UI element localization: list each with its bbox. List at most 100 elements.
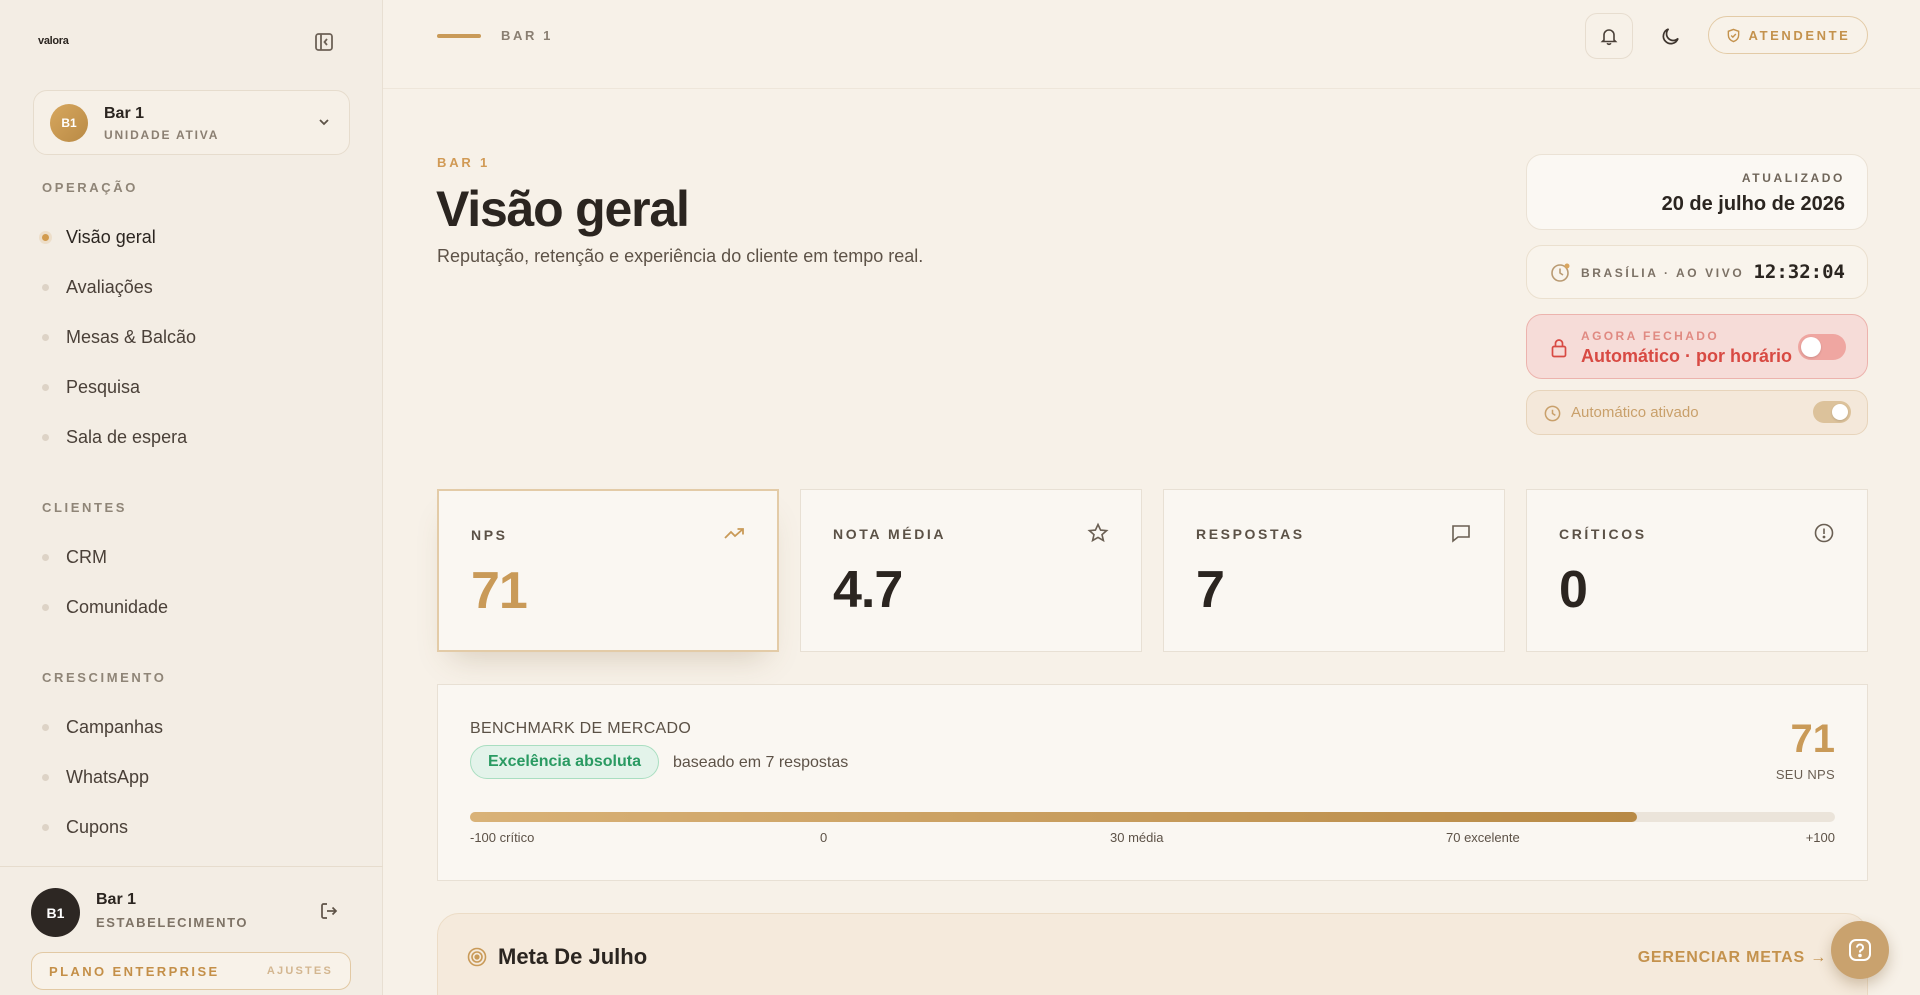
stat-card-nota-media[interactable]: NOTA MÉDIA 4.7 — [800, 489, 1142, 652]
goal-title: Meta De Julho — [498, 944, 648, 969]
unit-switcher[interactable]: B1 Bar 1 UNIDADE ATIVA — [33, 90, 350, 155]
dot-icon — [42, 433, 49, 441]
stat-value: 7 — [1196, 561, 1225, 619]
shield-icon — [1727, 28, 1739, 42]
dot-icon — [42, 823, 49, 831]
alert-circle-icon — [1814, 523, 1834, 543]
open-status-card[interactable]: AGORA FECHADO Automático · por horário — [1526, 314, 1868, 379]
target-icon — [467, 947, 487, 967]
clock-label: BRASÍLIA · AO VIVO — [1581, 266, 1745, 280]
sidebar-item-avaliacoes[interactable]: Avaliações — [42, 272, 153, 302]
page-title: Visão geral — [436, 181, 690, 237]
help-icon — [1849, 939, 1871, 961]
scale-tick: 0 — [820, 830, 828, 845]
sidebar-item-label: Campanhas — [66, 716, 164, 737]
auto-mode-label: Automático ativado — [1571, 404, 1699, 421]
toggle-knob — [1801, 337, 1821, 357]
sidebar-item-label: Visão geral — [66, 226, 156, 247]
stat-value: 0 — [1559, 561, 1588, 619]
dot-icon — [42, 553, 49, 561]
sidebar-item-label: Cupons — [66, 816, 129, 837]
breadcrumb: BAR 1 — [501, 28, 554, 43]
user-name: Bar 1 — [96, 891, 137, 908]
clock-time: 12:32:04 — [1753, 261, 1845, 283]
sidebar-item-campanhas[interactable]: Campanhas — [42, 712, 163, 742]
sidebar-item-sala-de-espera[interactable]: Sala de espera — [42, 422, 187, 452]
stat-label: NOTA MÉDIA — [833, 526, 947, 542]
sidebar-item-pesquisa[interactable]: Pesquisa — [42, 372, 140, 402]
divider — [383, 88, 1920, 89]
auto-mode-card: Automático ativado — [1526, 390, 1868, 435]
page-eyebrow: BAR 1 — [437, 155, 491, 170]
active-dot-icon — [42, 233, 49, 241]
app-logo[interactable]: valora — [38, 35, 69, 47]
clock-icon — [1544, 405, 1561, 422]
stat-card-nps[interactable]: NPS 71 — [437, 489, 779, 652]
updated-card: ATUALIZADO 20 de julho de 2026 — [1526, 154, 1868, 230]
collapse-sidebar-icon[interactable] — [312, 30, 336, 54]
stat-card-respostas[interactable]: RESPOSTAS 7 — [1163, 489, 1505, 652]
nps-scale-track — [470, 812, 1835, 822]
benchmark-badge: Excelência absoluta — [470, 745, 659, 779]
open-toggle[interactable] — [1798, 334, 1846, 360]
sidebar-item-visao-geral[interactable]: Visão geral — [42, 222, 156, 252]
sidebar-item-label: CRM — [66, 546, 107, 567]
section-title-crescimento: CRESCIMENTO — [42, 670, 167, 685]
sidebar-item-label: WhatsApp — [66, 766, 150, 787]
status-mode: Automático · por horário — [1581, 346, 1792, 366]
dot-icon — [42, 773, 49, 781]
message-icon — [1452, 525, 1470, 543]
sidebar-item-label: Avaliações — [66, 276, 153, 297]
dot-icon — [42, 333, 49, 341]
theme-toggle-button[interactable] — [1647, 13, 1695, 59]
chevron-down-icon — [317, 115, 331, 134]
nps-scale-fill — [470, 812, 1638, 822]
lock-icon — [1551, 339, 1567, 358]
help-button[interactable] — [1831, 921, 1889, 979]
unit-name: Bar 1 — [104, 105, 145, 122]
settings-link[interactable]: AJUSTES — [267, 965, 333, 977]
stat-value: 4.7 — [833, 561, 903, 619]
sidebar-item-label: Pesquisa — [66, 376, 141, 397]
benchmark-title: BENCHMARK DE MERCADO — [470, 720, 692, 737]
clock-card: BRASÍLIA · AO VIVO 12:32:04 — [1526, 245, 1868, 299]
benchmark-card: BENCHMARK DE MERCADO Excelência absoluta… — [437, 684, 1868, 881]
plan-label: PLANO ENTERPRISE — [49, 964, 220, 979]
manage-goals-link[interactable]: GERENCIAR METAS → — [1638, 949, 1827, 967]
stat-card-criticos[interactable]: CRÍTICOS 0 — [1526, 489, 1868, 652]
bell-icon — [1600, 29, 1618, 46]
dot-icon — [42, 603, 49, 611]
sidebar-item-cupons[interactable]: Cupons — [42, 812, 128, 842]
divider — [0, 866, 383, 867]
benchmark-score: 71 — [1790, 717, 1836, 761]
sidebar-item-label: Comunidade — [66, 596, 169, 617]
stat-value: 71 — [471, 562, 528, 620]
moon-icon — [1662, 28, 1679, 45]
sidebar-item-label: Sala de espera — [66, 426, 188, 447]
notifications-button[interactable] — [1585, 13, 1633, 59]
sidebar-item-crm[interactable]: CRM — [42, 542, 107, 572]
toggle-knob — [1832, 404, 1848, 420]
updated-date: 20 de julho de 2026 — [1661, 193, 1845, 215]
sidebar-item-comunidade[interactable]: Comunidade — [42, 592, 168, 622]
goal-card: Meta De Julho GERENCIAR METAS → — [437, 913, 1868, 995]
trending-up-icon — [724, 528, 744, 539]
stat-label: NPS — [471, 527, 508, 543]
benchmark-score-label: SEU NPS — [1775, 767, 1835, 782]
role-button[interactable]: ATENDENTE — [1708, 16, 1868, 54]
stat-label: RESPOSTAS — [1196, 526, 1305, 542]
user-avatar[interactable]: B1 — [31, 888, 80, 937]
sidebar: valora B1 Bar 1 UNIDADE ATIVA OPERAÇÃO V… — [0, 0, 383, 995]
breadcrumb-accent — [437, 34, 481, 38]
logout-icon[interactable] — [318, 900, 340, 922]
dot-icon — [42, 723, 49, 731]
scale-tick: 70 excelente — [1446, 830, 1520, 845]
sidebar-item-whatsapp[interactable]: WhatsApp — [42, 762, 149, 792]
page-subtitle: Reputação, retenção e experiência do cli… — [437, 246, 924, 266]
scale-tick: -100 crítico — [470, 830, 535, 845]
dot-icon — [42, 283, 49, 291]
auto-mode-toggle[interactable] — [1813, 401, 1851, 423]
sidebar-item-mesas-balcao[interactable]: Mesas & Balcão — [42, 322, 196, 352]
plan-pill: PLANO ENTERPRISE AJUSTES — [31, 952, 351, 990]
dot-icon — [42, 383, 49, 391]
